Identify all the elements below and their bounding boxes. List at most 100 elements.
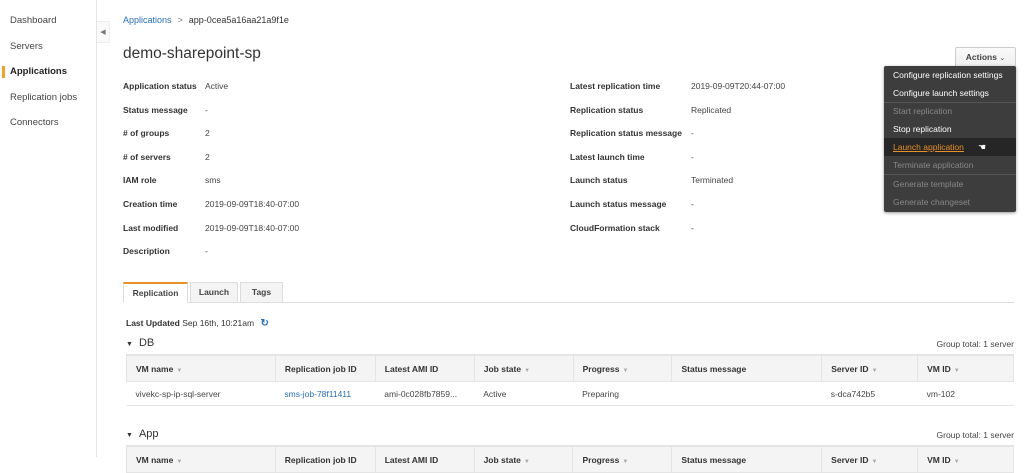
sort-icon[interactable]: ▼ (872, 459, 878, 465)
menu-item-configure-replication-settings[interactable]: Configure replication settings (884, 66, 1016, 84)
column-header-label: Server ID (831, 363, 869, 374)
menu-item-configure-launch-settings[interactable]: Configure launch settings (884, 84, 1016, 102)
sort-icon[interactable]: ▼ (954, 368, 960, 374)
sort-icon[interactable]: ▼ (954, 459, 960, 465)
table-row[interactable]: vivekc-sp-ip-sql-server sms-job-78f11411 a… (126, 381, 1014, 406)
column-header-label: VM name (136, 363, 174, 374)
detail-value: 2019-09-09T18:40-07:00 (205, 222, 300, 233)
detail-value: - (691, 222, 694, 233)
column-header[interactable]: Job state ▼ (473, 355, 574, 382)
detail-value: - (691, 128, 694, 139)
column-header[interactable]: Server ID ▼ (821, 355, 919, 382)
cursor-hand-icon: ☚ (978, 142, 987, 152)
collapse-sidebar-icon[interactable]: ◀ (97, 21, 110, 43)
column-header-label: Job state (483, 454, 521, 465)
column-header-label: Status message (681, 454, 747, 465)
menu-item-launch-application[interactable]: Launch application ☚ (884, 138, 1016, 156)
column-header[interactable]: Progress ▼ (572, 355, 673, 382)
detail-value: 2 (205, 151, 210, 162)
tab-replication[interactable]: Replication (123, 282, 188, 303)
detail-label: Creation time (123, 199, 178, 209)
column-header-label: Server ID (831, 454, 869, 465)
detail-label: Description (123, 246, 170, 257)
tab-tags[interactable]: Tags (240, 282, 283, 303)
replication-table: VM name ▼ Replication job ID Latest AMI ID J… (126, 446, 1014, 473)
menu-item-stop-replication[interactable]: Stop replication (884, 120, 1016, 138)
column-header-label: VM ID (927, 363, 951, 374)
sidebar-item-servers[interactable]: Servers (10, 41, 43, 52)
column-header-label: Progress (582, 454, 620, 465)
detail-value: - (691, 151, 694, 162)
column-header: Status message (671, 446, 823, 473)
column-header-label: Latest AMI ID (384, 454, 439, 465)
replication-table: VM name ▼ Replication job ID Latest AMI ID J… (126, 355, 1014, 406)
sort-icon[interactable]: ▼ (524, 368, 530, 374)
table-header-row: VM name ▼ Replication job ID Latest AMI ID J… (126, 355, 1014, 382)
actions-label: Actions (965, 52, 997, 62)
sort-icon[interactable]: ▼ (176, 368, 182, 374)
column-header[interactable]: Server ID ▼ (821, 446, 919, 473)
actions-button[interactable]: Actions ⌄ (955, 47, 1016, 67)
column-header: Latest AMI ID (374, 446, 475, 473)
table-cell: s-dca742b5 (821, 381, 918, 406)
sidebar-item-dashboard[interactable]: Dashboard (10, 15, 56, 26)
column-header[interactable]: Job state ▼ (473, 446, 574, 473)
group-total: Group total: 1 server (936, 339, 1014, 349)
column-header[interactable]: VM name ▼ (126, 446, 276, 473)
detail-value: - (205, 246, 208, 257)
sort-icon[interactable]: ▼ (622, 459, 628, 465)
sidebar: Dashboard Servers Applications Replicati… (0, 0, 97, 457)
sidebar-item-replication-jobs[interactable]: Replication jobs (10, 92, 77, 103)
group-total: Group total: 1 server (936, 430, 1014, 440)
menu-item-terminate-application: Terminate application (893, 160, 974, 170)
last-updated: Last Updated Sep 16th, 10:21am ↻ (126, 318, 269, 329)
detail-label: # of groups (123, 128, 170, 139)
last-updated-value: Sep 16th, 10:21am (182, 318, 255, 328)
detail-value: Replicated (691, 104, 732, 115)
sort-icon[interactable]: ▼ (524, 459, 530, 465)
column-header-label: Replication job ID (284, 363, 357, 374)
detail-value: - (691, 199, 694, 209)
breadcrumb-current: app-0cea5a16aa21a9f1e (188, 15, 289, 25)
cell-value: ami-0c028fb7859... (384, 388, 458, 399)
menu-item-start-replication: Start replication (893, 106, 953, 116)
detail-label: Latest launch time (570, 151, 645, 162)
column-header-label: Replication job ID (284, 454, 357, 465)
page-title: demo-sharepoint-sp (123, 45, 261, 62)
table-cell: Active (474, 381, 574, 406)
column-header[interactable]: VM ID ▼ (917, 446, 1014, 473)
detail-value: 2019-09-09T20:44-07:00 (691, 81, 786, 91)
detail-label: Application status (123, 81, 197, 91)
last-updated-label: Last Updated (126, 318, 180, 328)
sort-icon[interactable]: ▼ (176, 459, 182, 465)
detail-value: 2019-09-09T18:40-07:00 (205, 199, 300, 209)
detail-value: - (205, 104, 208, 115)
column-header: Replication job ID (274, 446, 376, 473)
detail-label: IAM role (123, 175, 157, 186)
sort-icon[interactable]: ▼ (872, 368, 878, 374)
column-header: Latest AMI ID (374, 355, 475, 382)
detail-value: 2 (205, 128, 210, 139)
group-toggle-app[interactable]: ▼ App (126, 428, 159, 440)
column-header[interactable]: Progress ▼ (572, 446, 673, 473)
sidebar-item-connectors[interactable]: Connectors (10, 117, 59, 128)
group-toggle-db[interactable]: ▼ DB (126, 337, 154, 349)
menu-divider (884, 102, 1016, 103)
refresh-icon[interactable]: ↻ (260, 318, 268, 329)
sort-icon[interactable]: ▼ (622, 368, 628, 374)
cell-value: Preparing (582, 388, 619, 399)
column-header[interactable]: VM ID ▼ (917, 355, 1014, 382)
detail-value: Terminated (691, 175, 734, 186)
sidebar-item-applications[interactable]: Applications (10, 66, 67, 77)
chevron-down-icon: ⌄ (999, 55, 1006, 62)
detail-label: Latest replication time (570, 81, 661, 91)
tab-launch[interactable]: Launch (190, 282, 238, 303)
cell-value: vm-102 (926, 388, 955, 399)
replication-job-link[interactable]: sms-job-78f11411 (284, 389, 351, 399)
column-header: Status message (671, 355, 823, 382)
column-header-label: VM name (136, 454, 174, 465)
column-header-label: Latest AMI ID (384, 363, 439, 374)
breadcrumb-applications-link[interactable]: Applications (123, 15, 172, 25)
menu-item-generate-changeset: Generate changeset (893, 197, 971, 207)
column-header[interactable]: VM name ▼ (126, 355, 276, 382)
